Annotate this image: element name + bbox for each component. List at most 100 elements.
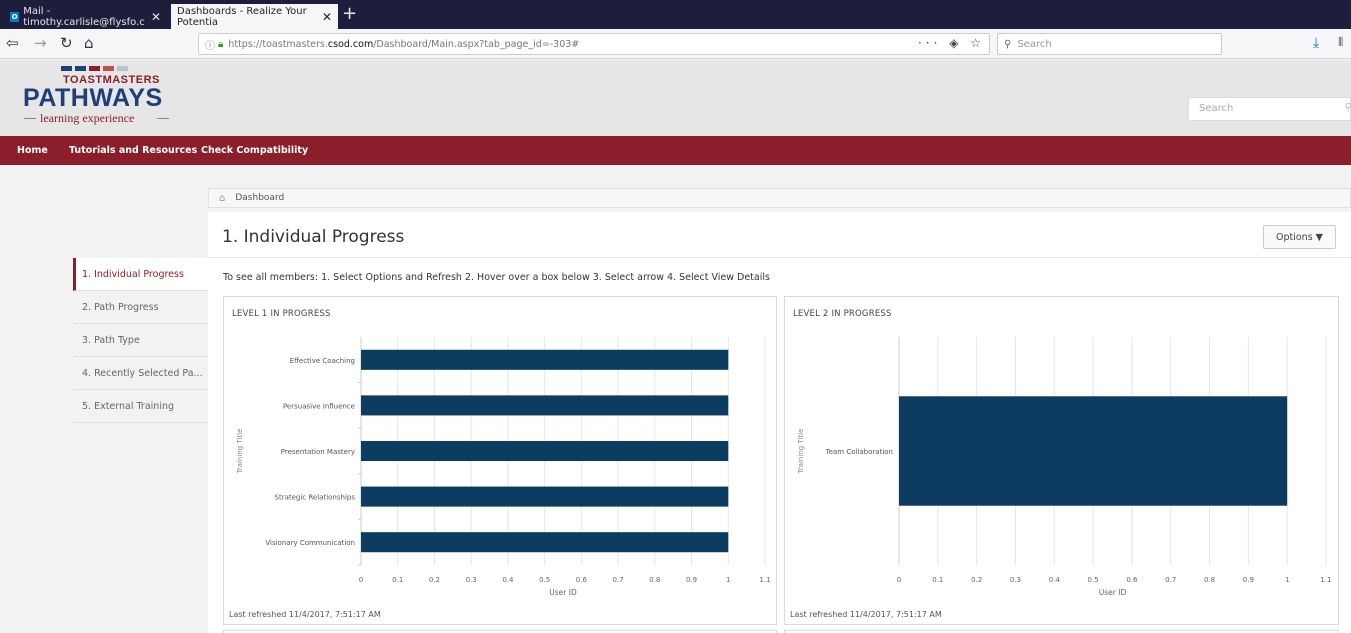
last-refreshed-text: Last refreshed 11/4/2017, 7:51:17 AM (790, 610, 942, 619)
search-placeholder: Search (1017, 38, 1052, 50)
logo-bar (89, 66, 100, 71)
nav-check-compatibility[interactable]: Check Compatibility (201, 145, 308, 156)
x-tick-label: 0.5 (539, 576, 550, 584)
search-icon: ⚲ (1004, 38, 1012, 50)
tab-dashboards[interactable]: Dashboards - Realize Your Potentia ✕ (171, 4, 338, 29)
x-tick-label: 1 (1285, 576, 1289, 584)
tab-label: Dashboards - Realize Your Potentia (177, 5, 307, 28)
sidebar-item-path-type[interactable]: 3. Path Type (73, 324, 208, 357)
sidebar-item-external-training[interactable]: 5. External Training (73, 390, 208, 423)
x-tick-label: 0.8 (1204, 576, 1215, 584)
chart-title: LEVEL 1 IN PROGRESS (232, 309, 331, 319)
pathways-logo[interactable]: TOASTMASTERS PATHWAYS learning experienc… (23, 66, 198, 126)
new-tab-icon[interactable]: + (342, 3, 357, 24)
lock-icon: 🔒︎ (218, 38, 224, 50)
x-tick-label: 0.6 (1126, 576, 1138, 584)
x-tick-label: 0.1 (932, 576, 943, 584)
x-tick-label: 0.3 (1010, 576, 1021, 584)
sidebar-item-path-progress[interactable]: 2. Path Progress (73, 291, 208, 324)
search-placeholder: Search (1199, 103, 1234, 114)
sidebar-item-recently-selected[interactable]: 4. Recently Selected Pa... (73, 357, 208, 390)
chart-card-level-1[interactable]: LEVEL 1 IN PROGRESS 0 0.1 0.2 0.3 0.4 0.5 0.6 0… (223, 296, 777, 625)
last-refreshed-text: Last refreshed 11/4/2017, 7:51:17 AM (229, 610, 381, 619)
url-prefix: https://toastmasters. (228, 38, 328, 50)
download-icon[interactable]: ⤓ (1313, 35, 1319, 51)
x-tick-label: 0.1 (392, 576, 403, 584)
url-bar[interactable]: ⓘ 🔒︎ https://toastmasters. csod.com/Dashb… (198, 33, 990, 55)
sidebar-item-individual-progress[interactable]: 1. Individual Progress (73, 258, 208, 291)
search-icon[interactable]: ⚲ (1345, 102, 1351, 113)
x-tick-label: 0.6 (576, 576, 588, 584)
site-header: TOASTMASTERS PATHWAYS learning experienc… (0, 60, 1351, 136)
level-2-bar-chart: 0 0.1 0.2 0.3 0.4 0.5 0.6 0.7 0.8 0.9 1 1.1 Team Col… (797, 337, 1332, 597)
x-axis-label: User ID (549, 588, 577, 597)
x-tick-label: 0.7 (1165, 576, 1176, 584)
x-tick-label: 0.3 (466, 576, 477, 584)
bar (361, 349, 729, 370)
bar (361, 440, 729, 462)
dashboard-sidebar: 1. Individual Progress 2. Path Progress … (73, 258, 208, 423)
category-label: Strategic Relationships (275, 494, 356, 502)
chart-title: LEVEL 2 IN PROGRESS (793, 309, 892, 319)
logo-sub-text: learning experience (24, 111, 198, 126)
x-tick-label: 0.5 (1088, 576, 1099, 584)
back-icon[interactable]: ⇦ (6, 34, 19, 52)
nav-tutorials[interactable]: Tutorials and Resources (69, 145, 197, 156)
logo-bar (61, 66, 72, 71)
bar (361, 486, 729, 507)
reload-icon[interactable]: ↻ (60, 34, 73, 52)
bar (899, 396, 1288, 506)
home-icon[interactable]: ⌂ (84, 34, 94, 52)
page-title: 1. Individual Progress (222, 227, 405, 247)
x-tick-label: 0.9 (686, 576, 697, 584)
x-tick-label: 0.2 (429, 576, 440, 584)
x-tick-label: 0 (359, 576, 363, 584)
url-path: /Dashboard/Main.aspx?tab_page_id=-303# (373, 38, 580, 50)
tab-label: Mail - timothy.carlisle@flysfo.c (23, 5, 145, 28)
logo-bar (75, 66, 86, 71)
logo-color-bars (61, 66, 198, 71)
x-tick-label: 0.4 (502, 576, 514, 584)
category-label: Visionary Communication (265, 539, 355, 547)
browser-nav-bar: ⇦ → ↻ ⌂ ⓘ 🔒︎ https://toastmasters. csod.c… (0, 29, 1351, 59)
close-icon[interactable]: ✕ (322, 10, 332, 24)
bar (361, 395, 729, 416)
page-actions-icon[interactable]: ··· ◈ ☆ (918, 36, 985, 50)
browser-search-input[interactable]: ⚲ Search (997, 33, 1222, 55)
x-axis-label: User ID (1099, 588, 1127, 597)
x-tick-label: 0.7 (613, 576, 624, 584)
x-tick-label: 1 (726, 576, 730, 584)
forward-icon[interactable]: → (34, 34, 47, 52)
x-tick-label: 0.2 (971, 576, 982, 584)
site-search-input[interactable]: Search ⚲ (1188, 97, 1351, 121)
x-tick-label: 0.9 (1243, 576, 1254, 584)
logo-bar (103, 66, 114, 71)
browser-tab-bar: O Mail - timothy.carlisle@flysfo.c ✕ Das… (0, 0, 1351, 29)
category-label: Team Collaboration (825, 448, 893, 456)
dashboard-panel: 1. Individual Progress Options ▼ To see … (208, 212, 1351, 633)
breadcrumb-label[interactable]: Dashboard (235, 193, 284, 203)
breadcrumb: ⌂ Dashboard (208, 188, 1351, 208)
chart-card-level-2[interactable]: LEVEL 2 IN PROGRESS 0 0.1 0.2 0.3 0.4 0.5 0.6 0… (784, 296, 1339, 625)
y-axis-label: Training Title (797, 429, 805, 475)
main-nav: Home Tutorials and Resources Check Compa… (0, 136, 1351, 165)
y-axis-label: Training Title (236, 429, 244, 475)
x-tick-label: 0.4 (1049, 576, 1061, 584)
bar (361, 532, 729, 553)
x-tick-label: 1.1 (759, 576, 770, 584)
x-tick-label: 1.1 (1320, 576, 1331, 584)
close-icon[interactable]: ✕ (151, 10, 161, 24)
logo-main-text: PATHWAYS (23, 84, 163, 112)
nav-home[interactable]: Home (17, 145, 48, 156)
outlook-icon: O (10, 11, 20, 22)
info-icon[interactable]: ⓘ (205, 37, 215, 52)
x-tick-label: 0.8 (649, 576, 660, 584)
category-label: Presentation Mastery (281, 448, 355, 456)
library-icon[interactable]: ⦀ (1338, 35, 1343, 50)
instructions-text: To see all members: 1. Select Options an… (223, 272, 770, 283)
options-button[interactable]: Options ▼ (1263, 225, 1336, 249)
tab-mail[interactable]: O Mail - timothy.carlisle@flysfo.c ✕ (4, 4, 167, 29)
home-icon[interactable]: ⌂ (219, 193, 225, 204)
logo-bar (117, 66, 128, 71)
category-label: Effective Coaching (290, 357, 355, 365)
